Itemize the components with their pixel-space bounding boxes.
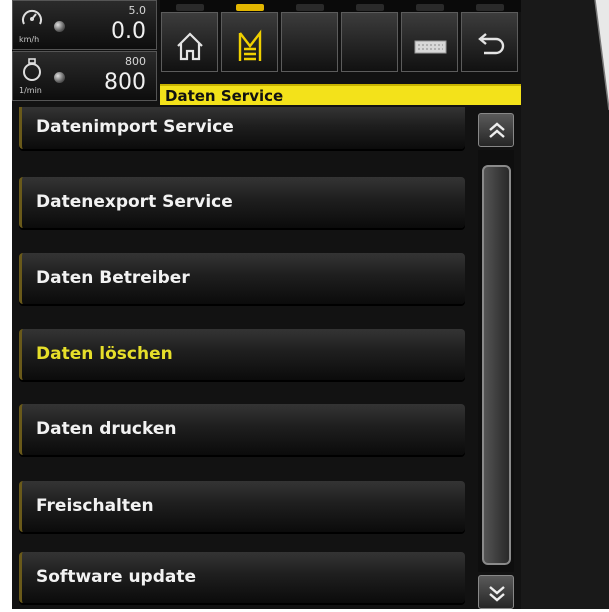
- speed-gauge: km/h 5.0 0.0: [12, 0, 157, 50]
- button-lamp: [416, 4, 444, 11]
- return-arrow-icon: [478, 33, 505, 55]
- menu-item-software-update[interactable]: Software update: [19, 552, 465, 603]
- speed-limit: 5.0: [128, 4, 147, 17]
- rpm-unit: 1/min: [19, 86, 42, 95]
- menu-item-daten-drucken[interactable]: Daten drucken: [19, 404, 465, 455]
- device-bezel: [521, 0, 609, 609]
- back-button[interactable]: [461, 4, 518, 72]
- button-lamp: [356, 4, 384, 11]
- scroll-down-button[interactable]: [478, 575, 514, 609]
- menu-item-daten-loeschen[interactable]: Daten löschen: [19, 329, 465, 380]
- speed-indicator-dot: [54, 21, 65, 32]
- rpm-indicator-dot: [54, 72, 65, 83]
- scroll-up-button[interactable]: [478, 113, 514, 147]
- control-screen: km/h 5.0 0.0 1/min 800 800 Daten Service…: [12, 0, 521, 609]
- empty-button-2[interactable]: [341, 4, 398, 72]
- rpm-value: 800: [104, 70, 146, 95]
- chevron-double-down-icon: [489, 586, 505, 602]
- bezel-edge-graphic: [521, 0, 609, 609]
- scrollbar-thumb[interactable]: [482, 165, 511, 565]
- keyboard-button[interactable]: [401, 4, 458, 72]
- button-lamp: [296, 4, 324, 11]
- toolbar-background: [160, 0, 521, 12]
- menu-button[interactable]: [221, 4, 278, 72]
- chevron-double-up-icon: [489, 122, 505, 138]
- menu-item-datenimport-service[interactable]: Datenimport Service: [19, 107, 465, 149]
- engine-rpm-icon: [23, 58, 41, 81]
- speed-value: 0.0: [111, 19, 146, 44]
- rpm-limit: 800: [125, 55, 146, 68]
- empty-button-1[interactable]: [281, 4, 338, 72]
- menu-item-freischalten[interactable]: Freischalten: [19, 481, 465, 532]
- breadcrumb: Daten Service: [160, 84, 521, 105]
- menu-m-icon: [238, 29, 262, 61]
- home-icon: [177, 32, 203, 61]
- rpm-gauge: 1/min 800 800: [12, 51, 157, 101]
- menu-item-datenexport-service[interactable]: Datenexport Service: [19, 177, 465, 228]
- speedometer-icon: [22, 9, 42, 25]
- keyboard-icon: [414, 40, 447, 54]
- button-lamp: [476, 4, 504, 11]
- button-lamp-active: [236, 4, 264, 11]
- home-button[interactable]: [161, 4, 218, 72]
- button-lamp: [176, 4, 204, 11]
- menu-item-daten-betreiber[interactable]: Daten Betreiber: [19, 253, 465, 304]
- speed-unit: km/h: [19, 35, 40, 44]
